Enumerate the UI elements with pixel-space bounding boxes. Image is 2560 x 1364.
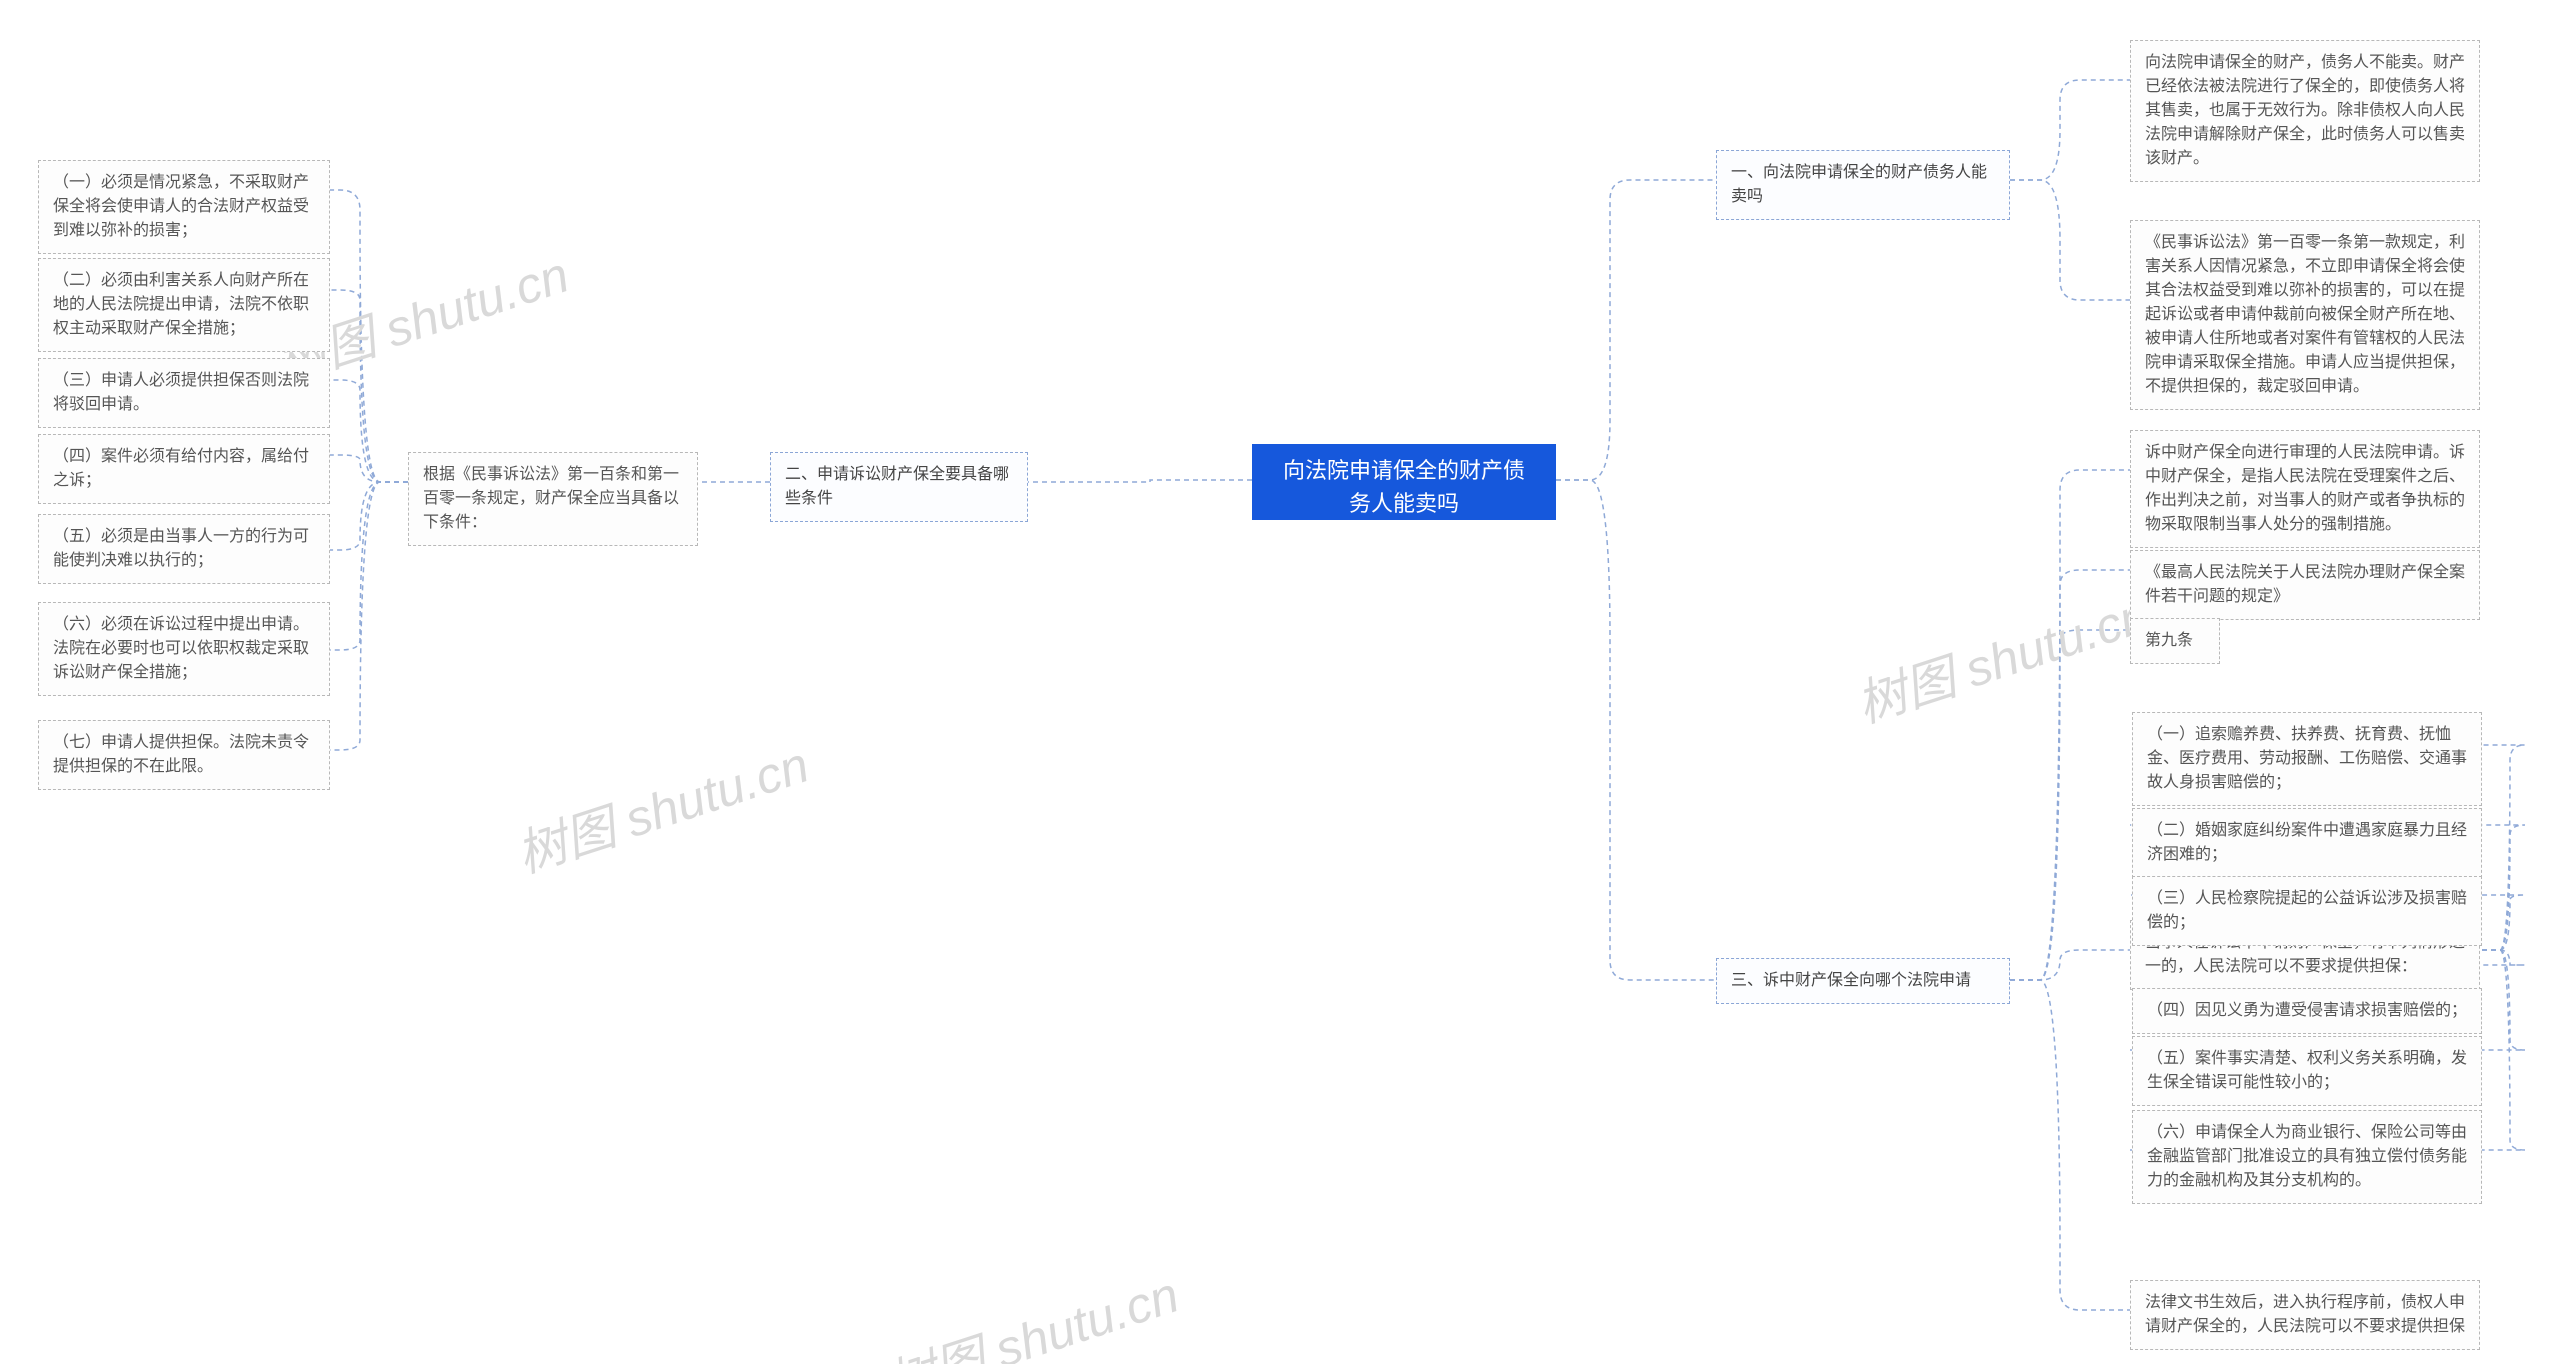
topic-section-2[interactable]: 二、申请诉讼财产保全要具备哪些条件 (770, 452, 1028, 522)
leaf-text: 《最高人民法院关于人民法院办理财产保全案件若干问题的规定》 (2145, 564, 2465, 605)
leaf-s3-c3[interactable]: 第九条 (2130, 618, 2220, 664)
leaf-s3-c2[interactable]: 《最高人民法院关于人民法院办理财产保全案件若干问题的规定》 (2130, 550, 2480, 620)
leaf-text: 第九条 (2145, 632, 2193, 649)
leaf-text: （三）人民检察院提起的公益诉讼涉及损害赔偿的； (2147, 890, 2467, 931)
leaf-s2-c3[interactable]: （三）申请人必须提供担保否则法院将驳回申请。 (38, 358, 330, 428)
leaf-text: （三）申请人必须提供担保否则法院将驳回申请。 (53, 372, 309, 413)
leaf-s3-c5[interactable]: 法律文书生效后，进入执行程序前，债权人申请财产保全的，人民法院可以不要求提供担保 (2130, 1280, 2480, 1350)
leaf-s3-c4-i3[interactable]: （三）人民检察院提起的公益诉讼涉及损害赔偿的； (2132, 876, 2482, 946)
watermark: 树图 shutu.cn (876, 1255, 1186, 1364)
topic-label: 三、诉中财产保全向哪个法院申请 (1731, 972, 1971, 989)
leaf-s3-c4-i2[interactable]: （二）婚姻家庭纠纷案件中遭遇家庭暴力且经济困难的； (2132, 808, 2482, 878)
leaf-s2-c4[interactable]: （四）案件必须有给付内容，属给付之诉； (38, 434, 330, 504)
leaf-text: 《民事诉讼法》第一百零一条第一款规定，利害关系人因情况紧急，不立即申请保全将会使… (2145, 234, 2465, 395)
watermark: 树图 shutu.cn (1846, 575, 2156, 737)
leaf-text: （二）婚姻家庭纠纷案件中遭遇家庭暴力且经济困难的； (2147, 822, 2467, 863)
root-line2: 务人能卖吗 (1266, 487, 1542, 520)
leaf-s3-c4-i6[interactable]: （六）申请保全人为商业银行、保险公司等由金融监管部门批准设立的具有独立偿付债务能… (2132, 1110, 2482, 1204)
topic-label: 二、申请诉讼财产保全要具备哪些条件 (785, 466, 1009, 507)
leaf-text: （二）必须由利害关系人向财产所在地的人民法院提出申请，法院不依职权主动采取财产保… (53, 272, 309, 337)
leaf-s3-c4-i1[interactable]: （一）追索赡养费、扶养费、抚育费、抚恤金、医疗费用、劳动报酬、工伤赔偿、交通事故… (2132, 712, 2482, 806)
leaf-text: （一）追索赡养费、扶养费、抚育费、抚恤金、医疗费用、劳动报酬、工伤赔偿、交通事故… (2147, 726, 2467, 791)
leaf-text: （四）因见义勇为遭受侵害请求损害赔偿的； (2147, 1002, 2467, 1019)
leaf-s3-c4-i5[interactable]: （五）案件事实清楚、权利义务关系明确，发生保全错误可能性较小的； (2132, 1036, 2482, 1106)
leaf-text: （四）案件必须有给付内容，属给付之诉； (53, 448, 309, 489)
leaf-text: （一）必须是情况紧急，不采取财产保全将会使申请人的合法财产权益受到难以弥补的损害… (53, 174, 309, 239)
leaf-s2-c7[interactable]: （七）申请人提供担保。法院未责令提供担保的不在此限。 (38, 720, 330, 790)
root-line1: 向法院申请保全的财产债 (1266, 454, 1542, 487)
leaf-s2-c5[interactable]: （五）必须是由当事人一方的行为可能使判决难以执行的； (38, 514, 330, 584)
leaf-s2-c6[interactable]: （六）必须在诉讼过程中提出申请。法院在必要时也可以依职权裁定采取诉讼财产保全措施… (38, 602, 330, 696)
leaf-s3-c1[interactable]: 诉中财产保全向进行审理的人民法院申请。诉中财产保全，是指人民法院在受理案件之后、… (2130, 430, 2480, 548)
topic-section-1[interactable]: 一、向法院申请保全的财产债务人能卖吗 (1716, 150, 2010, 220)
leaf-text: 法律文书生效后，进入执行程序前，债权人申请财产保全的，人民法院可以不要求提供担保 (2145, 1294, 2465, 1335)
leaf-text: 诉中财产保全向进行审理的人民法院申请。诉中财产保全，是指人民法院在受理案件之后、… (2145, 444, 2465, 533)
leaf-s2-c1[interactable]: （一）必须是情况紧急，不采取财产保全将会使申请人的合法财产权益受到难以弥补的损害… (38, 160, 330, 254)
topic-label: 一、向法院申请保全的财产债务人能卖吗 (1731, 164, 1987, 205)
leaf-s3-c4-i4[interactable]: （四）因见义勇为遭受侵害请求损害赔偿的； (2132, 988, 2482, 1034)
leaf-s2-c2[interactable]: （二）必须由利害关系人向财产所在地的人民法院提出申请，法院不依职权主动采取财产保… (38, 258, 330, 352)
leaf-s1-c2[interactable]: 《民事诉讼法》第一百零一条第一款规定，利害关系人因情况紧急，不立即申请保全将会使… (2130, 220, 2480, 410)
topic-section-3[interactable]: 三、诉中财产保全向哪个法院申请 (1716, 958, 2010, 1004)
watermark: 树图 shutu.cn (506, 725, 816, 887)
leaf-s2-m1[interactable]: 根据《民事诉讼法》第一百条和第一百零一条规定，财产保全应当具备以下条件： (408, 452, 698, 546)
leaf-text: （五）案件事实清楚、权利义务关系明确，发生保全错误可能性较小的； (2147, 1050, 2467, 1091)
leaf-text: （七）申请人提供担保。法院未责令提供担保的不在此限。 (53, 734, 309, 775)
leaf-text: （五）必须是由当事人一方的行为可能使判决难以执行的； (53, 528, 309, 569)
leaf-text: 向法院申请保全的财产，债务人不能卖。财产已经依法被法院进行了保全的，即使债务人将… (2145, 54, 2465, 167)
leaf-text: （六）申请保全人为商业银行、保险公司等由金融监管部门批准设立的具有独立偿付债务能… (2147, 1124, 2467, 1189)
root-node[interactable]: 向法院申请保全的财产债 务人能卖吗 (1252, 444, 1556, 520)
leaf-text: 根据《民事诉讼法》第一百条和第一百零一条规定，财产保全应当具备以下条件： (423, 466, 679, 531)
leaf-text: （六）必须在诉讼过程中提出申请。法院在必要时也可以依职权裁定采取诉讼财产保全措施… (53, 616, 309, 681)
leaf-s1-c1[interactable]: 向法院申请保全的财产，债务人不能卖。财产已经依法被法院进行了保全的，即使债务人将… (2130, 40, 2480, 182)
